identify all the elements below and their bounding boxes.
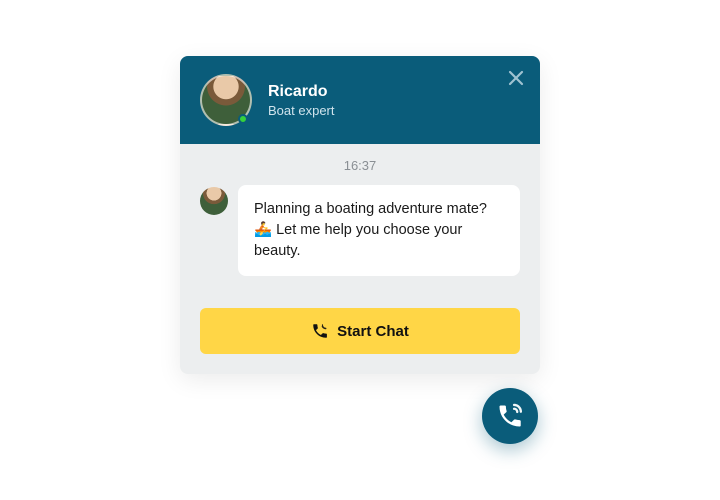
chat-fab-button[interactable] (482, 388, 538, 444)
start-chat-button[interactable]: Start Chat (200, 308, 520, 354)
agent-info: Ricardo Boat expert (268, 82, 335, 118)
chat-widget: Ricardo Boat expert 16:37 Planning a boa… (180, 56, 540, 374)
message-bubble: Planning a boating adventure mate? 🚣 Let… (238, 185, 520, 276)
status-online-icon (238, 114, 248, 124)
phone-icon (311, 322, 329, 340)
agent-role: Boat expert (268, 103, 335, 118)
message-avatar (200, 187, 228, 215)
message-timestamp: 16:37 (200, 156, 520, 185)
agent-avatar-wrap (200, 74, 252, 126)
close-button[interactable] (506, 68, 526, 88)
chat-body: 16:37 Planning a boating adventure mate?… (180, 144, 540, 374)
agent-name: Ricardo (268, 82, 335, 101)
phone-icon (496, 402, 524, 430)
chat-header: Ricardo Boat expert (180, 56, 540, 144)
close-icon (506, 68, 526, 88)
start-chat-label: Start Chat (337, 323, 409, 340)
message-row: Planning a boating adventure mate? 🚣 Let… (200, 185, 520, 276)
